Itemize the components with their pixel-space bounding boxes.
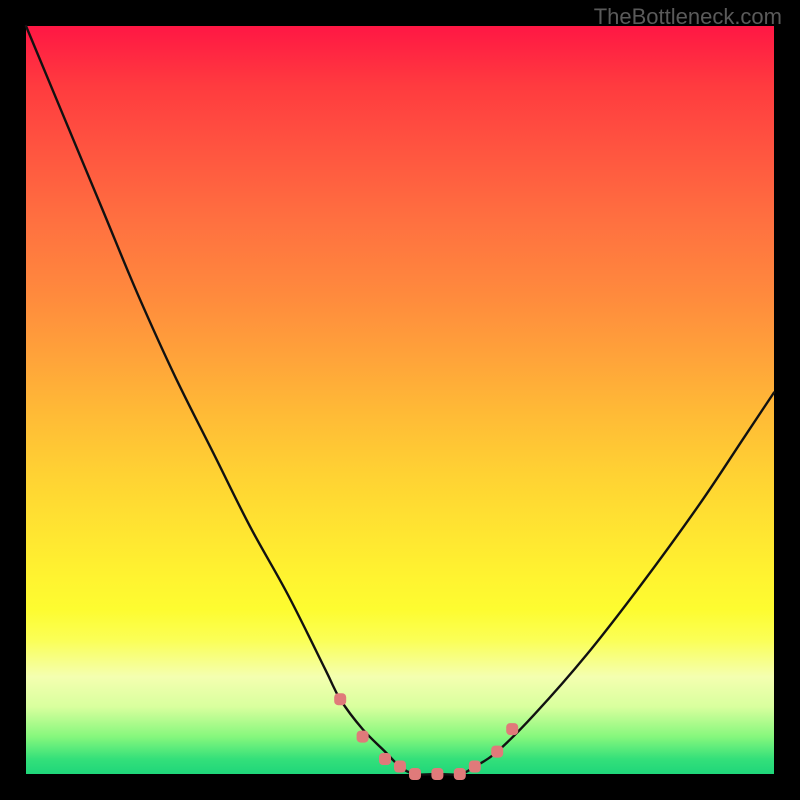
curve-marker [379,753,391,765]
watermark-text: TheBottleneck.com [594,4,782,30]
bottleneck-markers [334,693,518,780]
curve-marker [491,746,503,758]
curve-marker [506,723,518,735]
curve-marker [394,761,406,773]
curve-marker [357,731,369,743]
bottleneck-curve-svg [26,26,774,774]
bottleneck-curve-line [26,26,774,775]
curve-marker [334,693,346,705]
chart-plot-area [26,26,774,774]
curve-marker [469,761,481,773]
curve-marker [431,768,443,780]
curve-marker [409,768,421,780]
curve-marker [454,768,466,780]
